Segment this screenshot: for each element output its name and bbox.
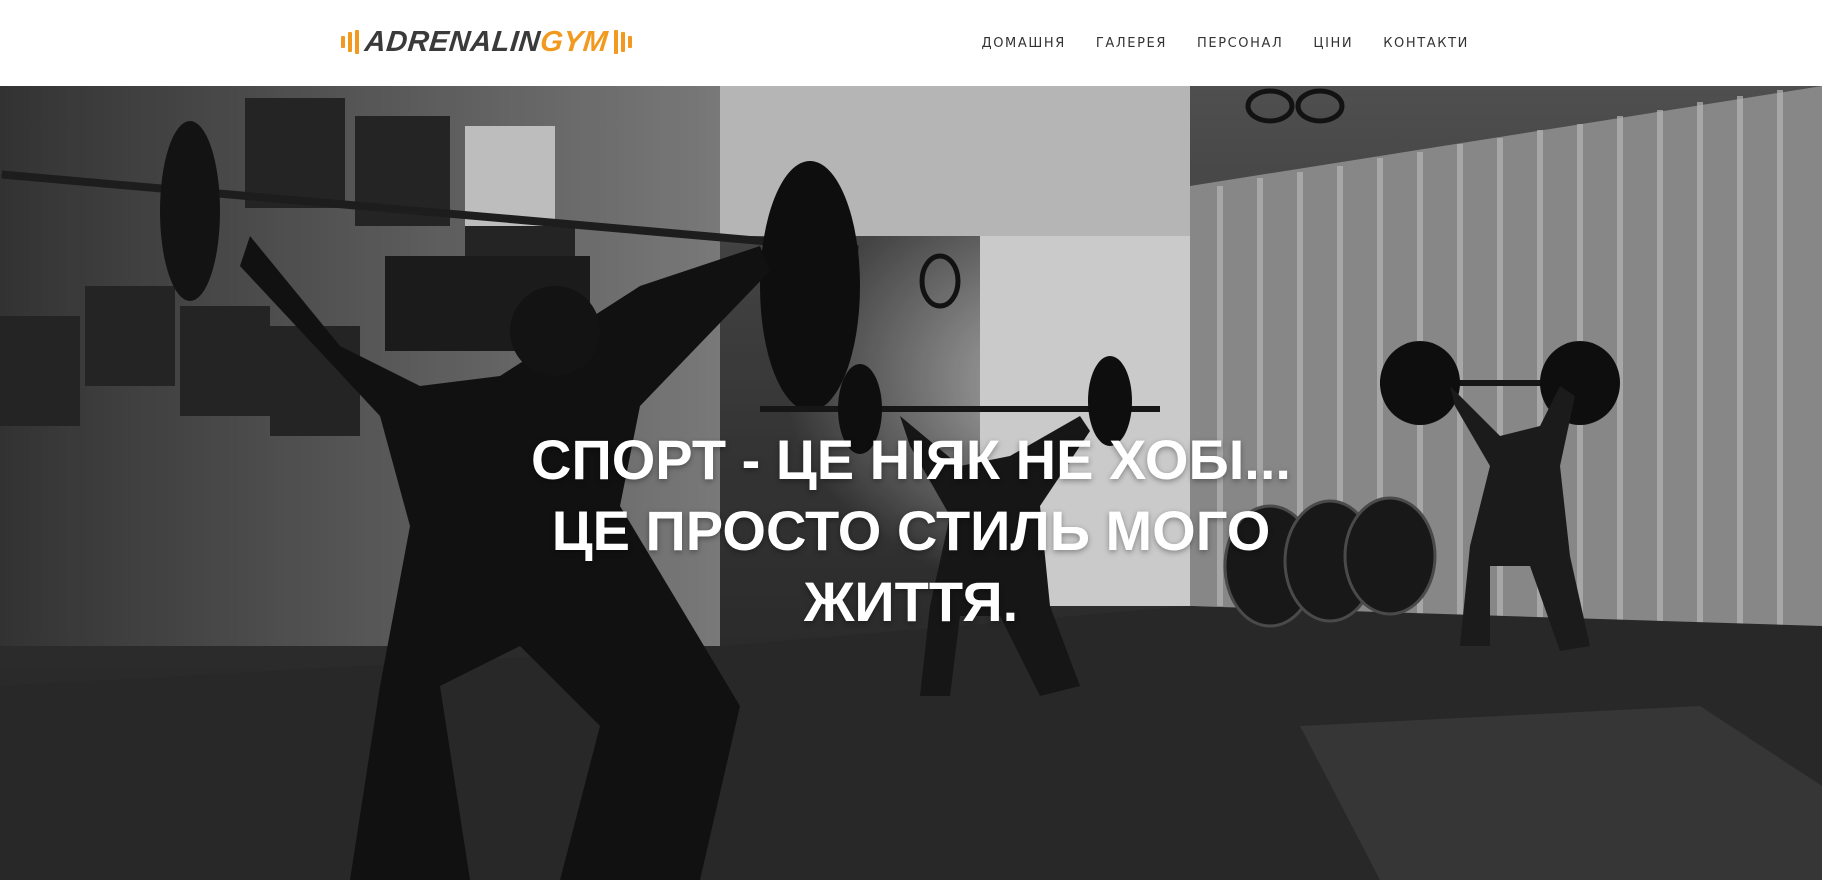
logo-text-gym: GYM <box>538 26 610 58</box>
hero-headline: СПОРТ - ЦЕ НІЯК НЕ ХОБІ... ЦЕ ПРОСТО СТИ… <box>531 428 1291 633</box>
main-nav: ДОМАШНЯ ГАЛЕРЕЯ ПЕРСОНАЛ ЦІНИ КОНТАКТИ <box>951 36 1469 51</box>
logo-text: ADRENALINGYM <box>363 26 609 58</box>
logo[interactable]: ADRENALINGYM <box>341 26 632 58</box>
nav-item-gallery[interactable]: ГАЛЕРЕЯ <box>1096 36 1167 51</box>
hero-section: СПОРТ - ЦЕ НІЯК НЕ ХОБІ... ЦЕ ПРОСТО СТИ… <box>0 86 1822 880</box>
site-header: ADRENALINGYM ДОМАШНЯ ГАЛЕРЕЯ ПЕРСОНАЛ ЦІ… <box>0 0 1822 86</box>
nav-item-staff[interactable]: ПЕРСОНАЛ <box>1197 36 1283 51</box>
logo-text-adrenalin: ADRENALIN <box>363 26 542 58</box>
nav-item-home[interactable]: ДОМАШНЯ <box>981 36 1065 51</box>
nav-item-contacts[interactable]: КОНТАКТИ <box>1383 36 1469 51</box>
logo-left-bars-icon <box>341 30 359 54</box>
nav-item-prices[interactable]: ЦІНИ <box>1313 36 1353 51</box>
logo-right-bars-icon <box>613 30 632 54</box>
